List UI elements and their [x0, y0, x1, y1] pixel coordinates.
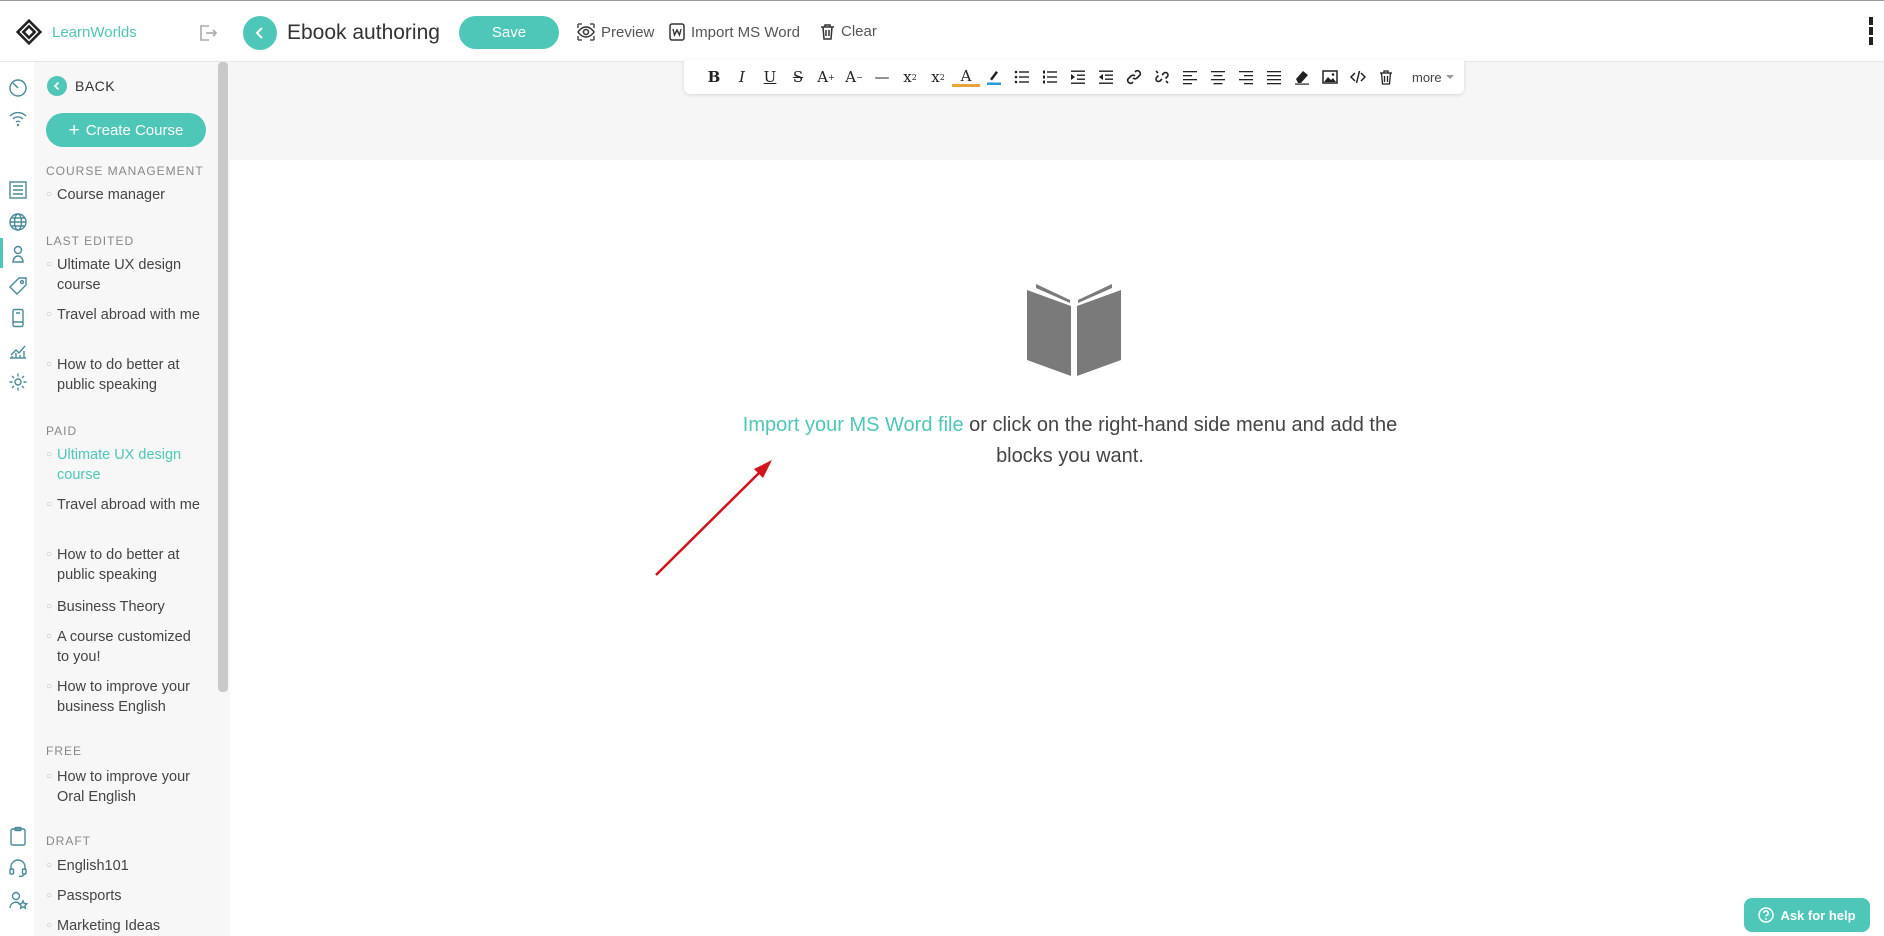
analytics-icon[interactable]	[8, 340, 28, 360]
code-icon[interactable]	[1344, 66, 1372, 88]
more-menu-icon[interactable]	[1868, 15, 1874, 47]
ask-for-help-button[interactable]: Ask for help	[1744, 898, 1870, 932]
learnworlds-logo-icon	[15, 18, 43, 46]
trash-icon	[821, 24, 834, 40]
wifi-icon[interactable]	[8, 108, 28, 128]
align-left-icon[interactable]	[1176, 66, 1204, 88]
clipboard-icon[interactable]	[8, 826, 28, 846]
superscript-icon[interactable]: x2	[924, 66, 952, 88]
empty-state-text: or click on the right-hand side menu and…	[963, 414, 1398, 467]
numbered-list-icon[interactable]	[1036, 66, 1064, 88]
chevron-left-icon	[47, 76, 67, 96]
sidebar-item-paid-4[interactable]: ○ Business Theory	[46, 597, 206, 617]
sidebar-item-last-edited-2[interactable]: ○ Travel abroad with me	[46, 305, 206, 325]
sidebar-item-draft-3[interactable]: ○ Marketing Ideas	[46, 916, 206, 936]
format-toolbar: B I U S A + A − — x2 x2 A more	[684, 60, 1464, 94]
text-color-icon[interactable]: A	[952, 67, 980, 87]
preview-label: Preview	[601, 23, 655, 41]
horizontal-line-icon[interactable]: —	[868, 66, 896, 88]
section-last-edited: LAST EDITED	[46, 234, 135, 248]
strikethrough-icon[interactable]: S	[784, 66, 812, 88]
align-justify-icon[interactable]	[1260, 66, 1288, 88]
brand-name: LearnWorlds	[52, 23, 137, 41]
clear-label: Clear	[841, 23, 877, 40]
headset-icon[interactable]	[8, 858, 28, 878]
sidebar-item-paid-1[interactable]: ○ Ultimate UX design course	[46, 445, 206, 485]
sidebar-item-paid-6[interactable]: ○ How to improve your business English	[46, 677, 206, 717]
italic-icon[interactable]: I	[728, 66, 756, 88]
course-sidebar: BACK + Create Course COURSE MANAGEMENT ○…	[34, 62, 230, 936]
section-course-management: COURSE MANAGEMENT	[46, 164, 204, 178]
underline-icon[interactable]: U	[756, 66, 784, 88]
align-right-icon[interactable]	[1232, 66, 1260, 88]
word-file-icon	[669, 23, 685, 41]
link-icon[interactable]	[1120, 66, 1148, 88]
font-size-increase-icon[interactable]: A +	[812, 66, 840, 88]
save-button[interactable]: Save	[459, 16, 559, 49]
eye-icon	[577, 23, 595, 41]
chevron-left-icon	[255, 27, 263, 39]
section-draft: DRAFT	[46, 834, 91, 848]
user-icon[interactable]	[8, 244, 28, 264]
empty-state-message: Import your MS Word file or click on the…	[740, 410, 1400, 472]
more-dropdown[interactable]: more	[1412, 70, 1454, 85]
logo[interactable]: LearnWorlds	[14, 17, 137, 47]
indent-icon[interactable]	[1064, 66, 1092, 88]
globe-icon[interactable]	[8, 212, 28, 232]
font-size-decrease-icon[interactable]: A −	[840, 66, 868, 88]
top-bar: LearnWorlds Ebook authoring Save Preview…	[0, 0, 1884, 62]
sidebar-item-paid-5[interactable]: ○ A course customized to you!	[46, 627, 206, 667]
sidebar-back-link[interactable]: BACK	[47, 76, 115, 96]
gear-icon[interactable]	[8, 372, 28, 392]
courses-icon[interactable]	[8, 180, 28, 200]
create-course-button[interactable]: + Create Course	[46, 113, 206, 147]
unlink-icon[interactable]	[1148, 66, 1176, 88]
image-icon[interactable]	[1316, 66, 1344, 88]
section-paid: PAID	[46, 424, 78, 438]
highlight-icon[interactable]	[980, 66, 1008, 88]
help-icon	[1758, 907, 1775, 923]
create-course-label: Create Course	[85, 121, 184, 139]
ebook-icon	[1027, 284, 1121, 376]
subscript-icon[interactable]: x2	[896, 66, 924, 88]
back-label: BACK	[75, 78, 116, 94]
help-label: Ask for help	[1780, 907, 1856, 923]
section-free: FREE	[46, 744, 83, 758]
bullet-list-icon[interactable]	[1008, 66, 1036, 88]
sidebar-item-course-manager[interactable]: ○ Course manager	[46, 185, 206, 205]
caret-down-icon	[1445, 75, 1454, 79]
preview-button[interactable]: Preview	[577, 23, 654, 41]
sidebar-item-draft-1[interactable]: ○ English101	[46, 856, 206, 876]
logout-icon[interactable]	[198, 23, 218, 43]
align-center-icon[interactable]	[1204, 66, 1232, 88]
eraser-icon[interactable]	[1288, 66, 1316, 88]
import-ms-word-button[interactable]: Import MS Word	[669, 23, 800, 41]
import-word-link[interactable]: Import your MS Word file	[743, 414, 964, 436]
annotation-arrow	[655, 460, 772, 576]
sidebar-item-last-edited-3[interactable]: ○ How to do better at public speaking	[46, 355, 206, 395]
clear-button[interactable]: Clear	[820, 23, 877, 40]
page-title: Ebook authoring	[287, 21, 440, 44]
more-label: more	[1412, 69, 1442, 85]
mobile-icon[interactable]	[8, 308, 28, 328]
icon-rail	[0, 62, 34, 936]
plus-icon: +	[68, 119, 80, 141]
sidebar-scrollbar[interactable]	[218, 62, 228, 692]
trash-icon[interactable]	[1372, 66, 1400, 88]
bold-icon[interactable]: B	[700, 66, 728, 88]
dashboard-icon[interactable]	[8, 78, 28, 98]
sidebar-item-paid-3[interactable]: ○ How to do better at public speaking	[46, 545, 206, 585]
sidebar-item-paid-2[interactable]: ○ Travel abroad with me	[46, 495, 206, 515]
rail-active-indicator	[0, 238, 3, 268]
sidebar-item-draft-2[interactable]: ○ Passports	[46, 886, 206, 906]
sidebar-item-free-1[interactable]: ○ How to improve your Oral English	[46, 767, 206, 807]
tag-icon[interactable]	[8, 276, 28, 296]
sidebar-item-last-edited-1[interactable]: ○ Ultimate UX design course	[46, 255, 206, 295]
back-button[interactable]	[243, 16, 277, 50]
import-label: Import MS Word	[691, 23, 800, 41]
outdent-icon[interactable]	[1092, 66, 1120, 88]
user-star-icon[interactable]	[8, 890, 28, 910]
